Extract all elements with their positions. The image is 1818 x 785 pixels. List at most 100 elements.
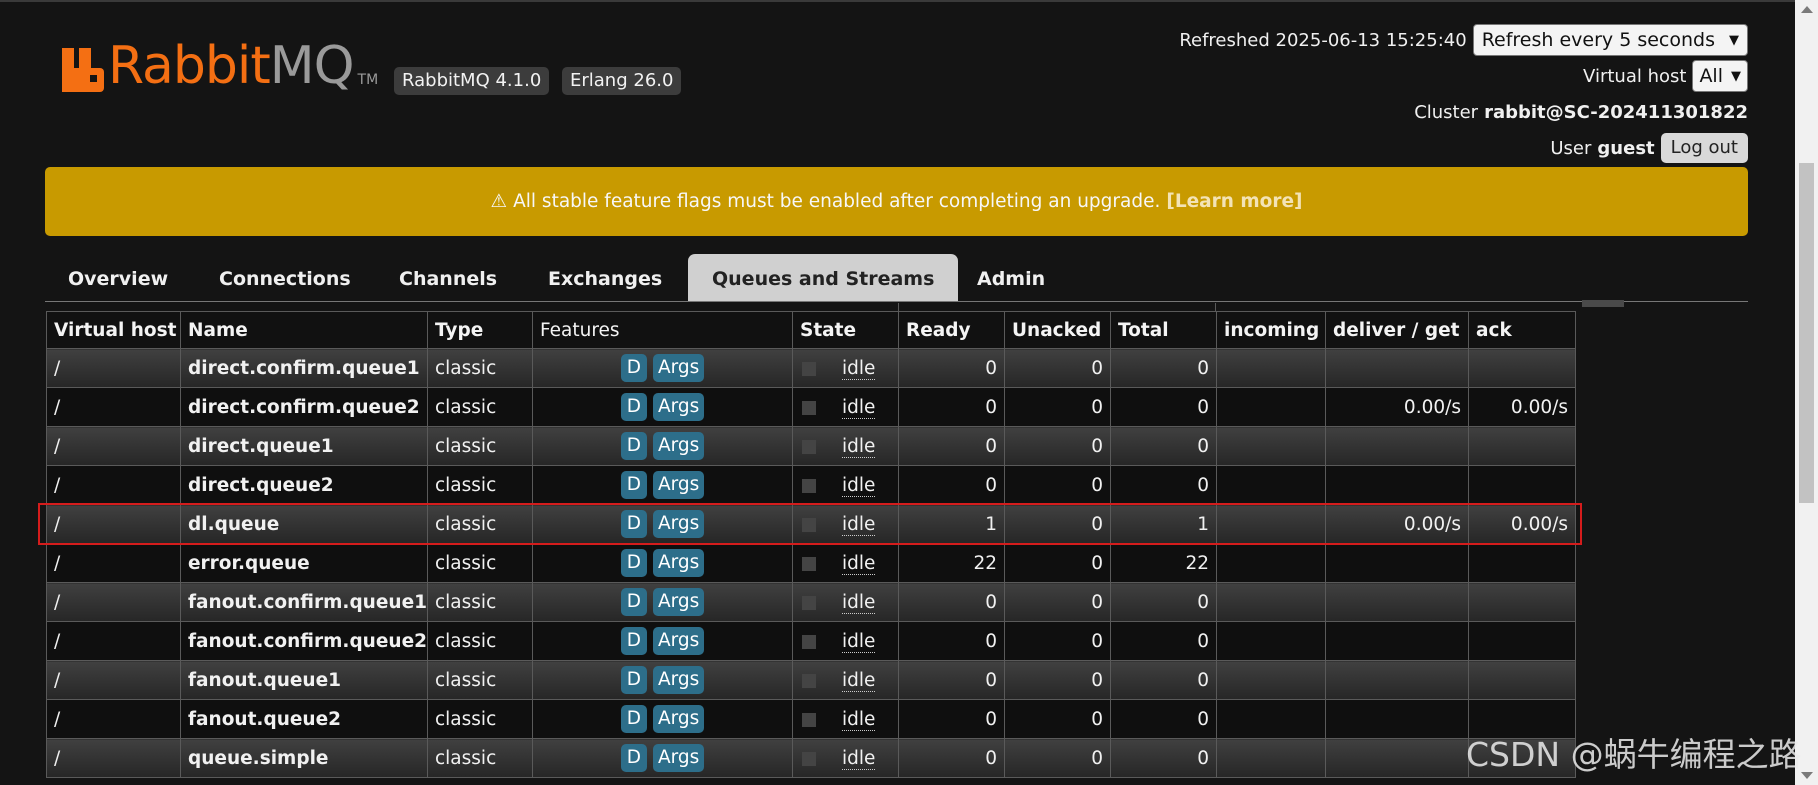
logout-button[interactable]: Log out bbox=[1660, 133, 1748, 163]
args-badge[interactable]: Args bbox=[652, 627, 705, 655]
cell-features: D Args bbox=[532, 465, 793, 505]
cell-deliver-get bbox=[1325, 465, 1469, 505]
args-badge[interactable]: Args bbox=[652, 354, 705, 382]
cell-ack bbox=[1468, 543, 1576, 583]
cell-queue-name-link[interactable]: direct.queue2 bbox=[180, 465, 428, 505]
table-row[interactable]: / direct.confirm.queue2 classic D Args idle 0 0… bbox=[46, 387, 1576, 427]
col-ready[interactable]: Ready bbox=[898, 311, 1005, 349]
cell-incoming bbox=[1216, 699, 1326, 739]
scrollbar-thumb[interactable] bbox=[1799, 163, 1814, 503]
cell-state: idle bbox=[792, 621, 899, 661]
table-row[interactable]: / queue.simple classic D Args idle 0 0 0 bbox=[46, 738, 1576, 778]
cell-deliver-get bbox=[1325, 738, 1469, 778]
learn-more-link[interactable]: [Learn more] bbox=[1166, 191, 1302, 212]
durable-badge: D bbox=[620, 744, 647, 772]
col-type[interactable]: Type bbox=[427, 311, 533, 349]
col-unacked[interactable]: Unacked bbox=[1004, 311, 1111, 349]
cluster-label: Cluster bbox=[1414, 101, 1479, 123]
cell-features: D Args bbox=[532, 426, 793, 466]
args-badge[interactable]: Args bbox=[652, 549, 705, 577]
table-row[interactable]: / fanout.queue2 classic D Args idle 0 0 0 bbox=[46, 699, 1576, 739]
cell-ack bbox=[1468, 660, 1576, 700]
cell-queue-name-link[interactable]: fanout.confirm.queue1 bbox=[180, 582, 428, 622]
col-ack[interactable]: ack bbox=[1468, 311, 1576, 349]
tab-channels[interactable]: Channels bbox=[399, 254, 497, 301]
args-badge[interactable]: Args bbox=[652, 393, 705, 421]
tab-admin[interactable]: Admin bbox=[977, 254, 1045, 301]
tab-connections[interactable]: Connections bbox=[219, 254, 351, 301]
state-label: idle bbox=[842, 357, 876, 380]
cell-queue-name-link[interactable]: fanout.queue2 bbox=[180, 699, 428, 739]
table-row[interactable]: / direct.queue2 classic D Args idle 0 0 0 bbox=[46, 465, 1576, 505]
cell-state: idle bbox=[792, 426, 899, 466]
cell-ready: 0 bbox=[898, 738, 1005, 778]
logo-rabbit-text: Rabbit bbox=[108, 36, 271, 96]
state-label: idle bbox=[842, 669, 876, 692]
page-scrollbar[interactable] bbox=[1795, 0, 1818, 785]
col-total[interactable]: Total bbox=[1110, 311, 1217, 349]
refresh-interval-value: Refresh every 5 seconds bbox=[1481, 29, 1715, 51]
state-label: idle bbox=[842, 708, 876, 731]
refresh-interval-select[interactable]: Refresh every 5 seconds ▼ bbox=[1472, 24, 1748, 56]
col-incoming[interactable]: incoming bbox=[1216, 311, 1326, 349]
cell-type: classic bbox=[427, 465, 533, 505]
cell-total: 0 bbox=[1110, 582, 1217, 622]
cell-ack: 0.00/s bbox=[1468, 387, 1576, 427]
cell-type: classic bbox=[427, 582, 533, 622]
cell-type: classic bbox=[427, 738, 533, 778]
col-name[interactable]: Name bbox=[180, 311, 428, 349]
cell-ready: 0 bbox=[898, 621, 1005, 661]
cell-type: classic bbox=[427, 543, 533, 583]
col-state[interactable]: State bbox=[792, 311, 899, 349]
cluster-name: rabbit@SC-202411301822 bbox=[1484, 101, 1748, 123]
cell-queue-name-link[interactable]: fanout.queue1 bbox=[180, 660, 428, 700]
state-label: idle bbox=[842, 747, 876, 770]
tab-queues-and-streams[interactable]: Queues and Streams bbox=[688, 254, 959, 301]
cell-features: D Args bbox=[532, 543, 793, 583]
scroll-up-arrow-icon[interactable] bbox=[1801, 6, 1813, 13]
scroll-down-arrow-icon[interactable] bbox=[1801, 772, 1813, 779]
args-badge[interactable]: Args bbox=[652, 588, 705, 616]
table-row[interactable]: / fanout.confirm.queue2 classic D Args idle 0 0… bbox=[46, 621, 1576, 661]
durable-badge: D bbox=[620, 627, 647, 655]
cell-ready: 22 bbox=[898, 543, 1005, 583]
tab-overview[interactable]: Overview bbox=[68, 254, 168, 301]
cell-type: classic bbox=[427, 426, 533, 466]
rabbitmq-logo[interactable]: Rabbit MQ TM bbox=[62, 40, 378, 92]
cell-features: D Args bbox=[532, 582, 793, 622]
table-options-toggle[interactable] bbox=[1582, 300, 1624, 307]
cell-incoming bbox=[1216, 660, 1326, 700]
durable-badge: D bbox=[620, 588, 647, 616]
table-row[interactable]: / fanout.queue1 classic D Args idle 0 0 0 bbox=[46, 660, 1576, 700]
cell-ready: 0 bbox=[898, 426, 1005, 466]
args-badge[interactable]: Args bbox=[652, 432, 705, 460]
col-virtual-host[interactable]: Virtual host bbox=[46, 311, 181, 349]
table-row[interactable]: / direct.queue1 classic D Args idle 0 0 0 bbox=[46, 426, 1576, 466]
table-row[interactable]: / error.queue classic D Args idle 22 0 22 bbox=[46, 543, 1576, 583]
table-row[interactable]: / fanout.confirm.queue1 classic D Args idle 0 0… bbox=[46, 582, 1576, 622]
state-label: idle bbox=[842, 435, 876, 458]
cell-features: D Args bbox=[532, 738, 793, 778]
tab-exchanges[interactable]: Exchanges bbox=[548, 254, 662, 301]
cell-deliver-get bbox=[1325, 543, 1469, 583]
state-label: idle bbox=[842, 474, 876, 497]
dl-queue-highlight-box bbox=[38, 503, 1582, 545]
cell-queue-name-link[interactable]: direct.confirm.queue1 bbox=[180, 348, 428, 388]
cell-vhost: / bbox=[46, 621, 181, 661]
cell-type: classic bbox=[427, 699, 533, 739]
cell-queue-name-link[interactable]: direct.confirm.queue2 bbox=[180, 387, 428, 427]
cell-deliver-get bbox=[1325, 348, 1469, 388]
col-deliver-get[interactable]: deliver / get bbox=[1325, 311, 1469, 349]
cell-queue-name-link[interactable]: direct.queue1 bbox=[180, 426, 428, 466]
args-badge[interactable]: Args bbox=[652, 744, 705, 772]
cell-queue-name-link[interactable]: fanout.confirm.queue2 bbox=[180, 621, 428, 661]
cell-queue-name-link[interactable]: error.queue bbox=[180, 543, 428, 583]
vhost-select[interactable]: All ▼ bbox=[1692, 60, 1748, 92]
args-badge[interactable]: Args bbox=[652, 705, 705, 733]
cell-queue-name-link[interactable]: queue.simple bbox=[180, 738, 428, 778]
state-label: idle bbox=[842, 552, 876, 575]
args-badge[interactable]: Args bbox=[652, 471, 705, 499]
args-badge[interactable]: Args bbox=[652, 666, 705, 694]
cell-unacked: 0 bbox=[1004, 348, 1111, 388]
table-row[interactable]: / direct.confirm.queue1 classic D Args idle 0 0… bbox=[46, 348, 1576, 388]
